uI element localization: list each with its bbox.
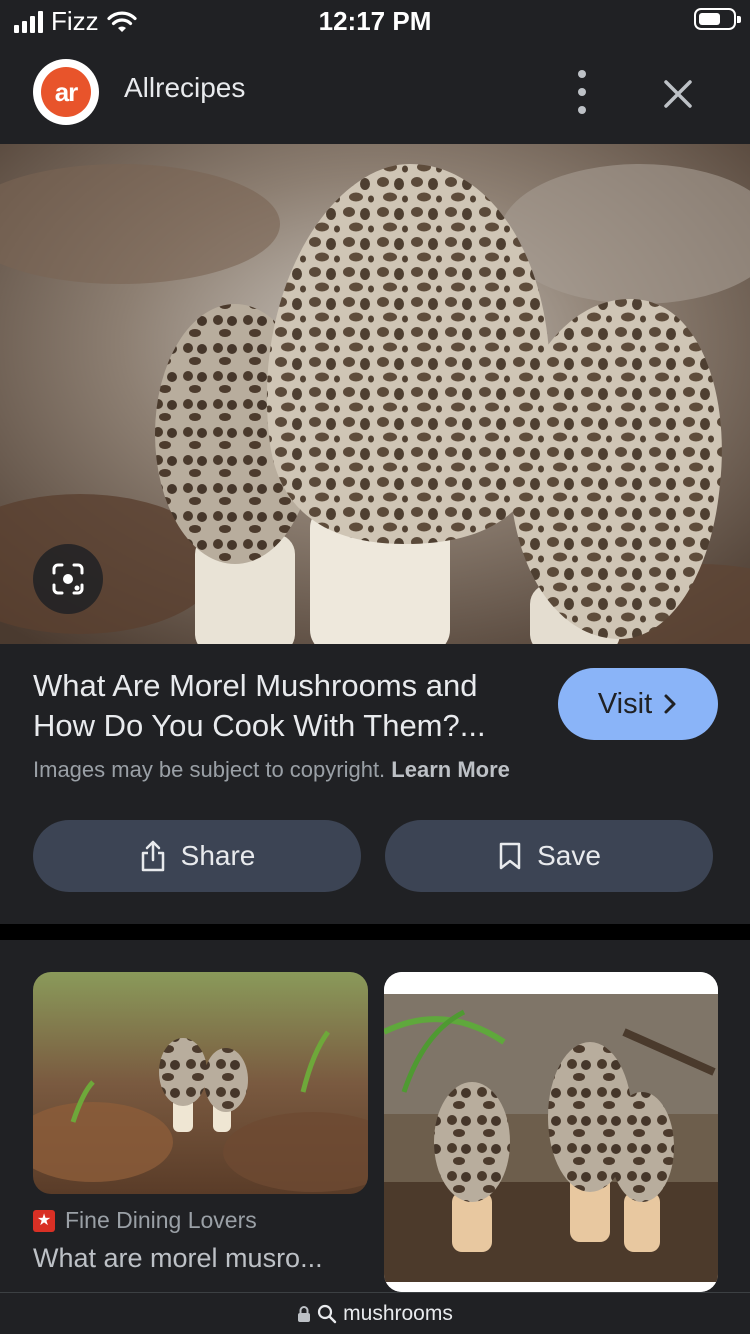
related-source-name: Fine Dining Lovers <box>65 1207 257 1233</box>
copyright-notice: Images may be subject to copyright. Lear… <box>33 757 510 783</box>
fine-dining-lovers-favicon: ★ <box>33 1209 55 1232</box>
share-button[interactable]: Share <box>33 820 361 892</box>
more-vert-icon[interactable] <box>566 70 598 114</box>
morel-forest-floor-photo <box>33 972 368 1194</box>
lock-icon <box>298 1306 311 1322</box>
visit-button-label: Visit <box>597 687 653 720</box>
share-icon <box>141 840 164 872</box>
close-icon[interactable] <box>656 72 700 116</box>
related-source-1: ★ Fine Dining Lovers <box>33 1207 257 1234</box>
status-bar: Fizz 12:17 PM <box>0 0 750 42</box>
save-label: Save <box>537 840 601 871</box>
battery-icon <box>694 8 741 30</box>
logo-text: ar <box>41 67 91 117</box>
morel-cluster-photo <box>384 972 718 1292</box>
copyright-text: Images may be subject to copyright. <box>33 757 386 782</box>
google-lens-button[interactable] <box>33 544 103 614</box>
morel-mushrooms-photo <box>0 144 750 644</box>
url-query: mushrooms <box>343 1302 453 1325</box>
learn-more-link[interactable]: Learn More <box>391 757 510 782</box>
related-image-2[interactable] <box>384 972 718 1292</box>
result-title[interactable]: What Are Morel Mushrooms and How Do You … <box>33 666 533 746</box>
search-icon <box>318 1304 337 1324</box>
visit-button[interactable]: Visit <box>558 668 718 740</box>
site-name[interactable]: Allrecipes <box>124 72 245 104</box>
image-viewer-screen: Fizz 12:17 PM ar Allrecipes What Are Mor… <box>0 0 750 1334</box>
bookmark-icon <box>499 842 521 870</box>
related-title-1[interactable]: What are morel musro... <box>33 1243 353 1274</box>
save-button[interactable]: Save <box>385 820 713 892</box>
hero-image[interactable] <box>0 144 750 644</box>
viewer-header: ar Allrecipes <box>0 42 750 144</box>
google-lens-icon <box>52 563 84 595</box>
share-label: Share <box>180 840 256 871</box>
related-image-1[interactable] <box>33 972 368 1194</box>
section-divider <box>0 924 750 940</box>
chevron-right-icon <box>664 694 676 714</box>
url-bar[interactable]: mushrooms <box>0 1292 750 1334</box>
clock: 12:17 PM <box>318 6 432 36</box>
site-logo[interactable]: ar <box>33 59 99 125</box>
